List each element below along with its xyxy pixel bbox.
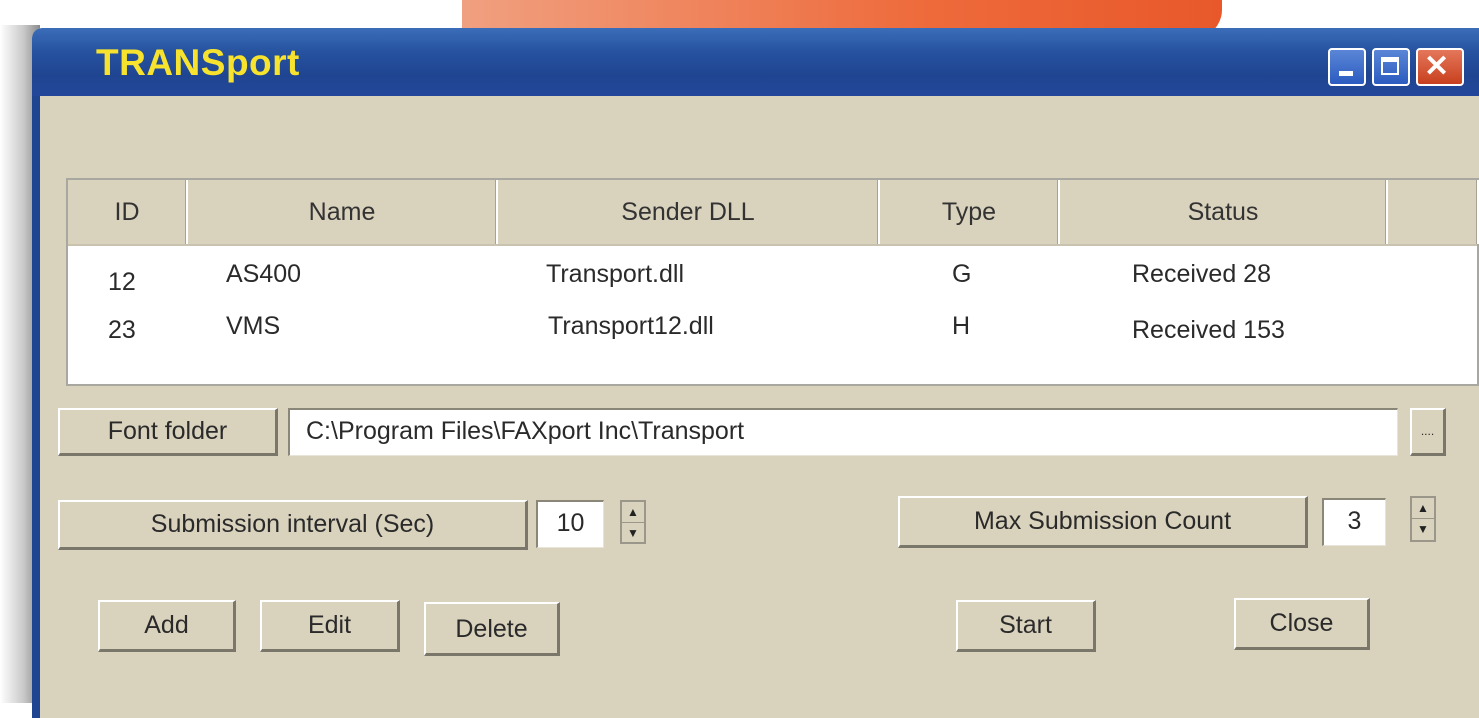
title-bar[interactable]: TRANSport ✕	[32, 28, 1479, 96]
maximize-button[interactable]	[1372, 48, 1410, 86]
submission-interval-input[interactable]: 10	[536, 500, 604, 548]
column-header-type[interactable]: Type	[880, 180, 1060, 244]
cell-status: Received 28	[1132, 260, 1271, 288]
minimize-icon	[1339, 71, 1353, 76]
spin-down-icon[interactable]: ▼	[622, 523, 644, 543]
maximize-icon	[1381, 57, 1399, 75]
close-icon: ✕	[1424, 50, 1450, 83]
cell-id: 23	[108, 316, 136, 344]
table-row[interactable]: 23 VMS Transport12.dll H Received 153	[68, 302, 1477, 350]
font-folder-button[interactable]: Font folder	[58, 408, 278, 456]
minimize-button[interactable]	[1328, 48, 1366, 86]
list-header: ID Name Sender DLL Type Status	[68, 180, 1479, 246]
spin-up-icon[interactable]: ▲	[1412, 498, 1434, 519]
max-submission-count-button[interactable]: Max Submission Count	[898, 496, 1308, 548]
close-window-button[interactable]: ✕	[1416, 48, 1464, 86]
max-submission-count-input[interactable]: 3	[1322, 498, 1386, 546]
start-button[interactable]: Start	[956, 600, 1096, 652]
transport-window: TRANSport ✕ ID Name Sender DLL Type Stat…	[32, 28, 1479, 718]
column-header-sender-dll[interactable]: Sender DLL	[498, 180, 880, 244]
font-folder-path-input[interactable]: C:\Program Files\FAXport Inc\Transport	[288, 408, 1398, 456]
browse-button[interactable]: ....	[1410, 408, 1446, 456]
add-button[interactable]: Add	[98, 600, 236, 652]
max-submission-count-spinner[interactable]: ▲ ▼	[1410, 496, 1436, 542]
cell-sender-dll: Transport12.dll	[548, 312, 714, 340]
cell-status: Received 153	[1132, 316, 1285, 344]
delete-button[interactable]: Delete	[424, 602, 560, 656]
column-header-filler	[1388, 180, 1479, 244]
cell-sender-dll: Transport.dll	[546, 260, 685, 288]
window-frame	[32, 96, 40, 718]
column-header-name[interactable]: Name	[188, 180, 498, 244]
table-row[interactable]: 12 AS400 Transport.dll G Received 28	[68, 250, 1477, 298]
submission-interval-spinner[interactable]: ▲ ▼	[620, 500, 646, 544]
cell-id: 12	[108, 268, 136, 296]
cell-name: AS400	[226, 260, 302, 288]
edit-button[interactable]: Edit	[260, 600, 400, 652]
cell-type: H	[952, 312, 971, 340]
spin-down-icon[interactable]: ▼	[1412, 519, 1434, 539]
connections-list[interactable]: ID Name Sender DLL Type Status 12 AS400 …	[66, 178, 1479, 386]
column-header-id[interactable]: ID	[68, 180, 188, 244]
close-button[interactable]: Close	[1234, 598, 1370, 650]
window-title: TRANSport	[96, 42, 300, 83]
cell-type: G	[952, 260, 972, 288]
column-header-status[interactable]: Status	[1060, 180, 1388, 244]
cell-name: VMS	[226, 312, 281, 340]
submission-interval-button[interactable]: Submission interval (Sec)	[58, 500, 528, 550]
spin-up-icon[interactable]: ▲	[622, 502, 644, 523]
